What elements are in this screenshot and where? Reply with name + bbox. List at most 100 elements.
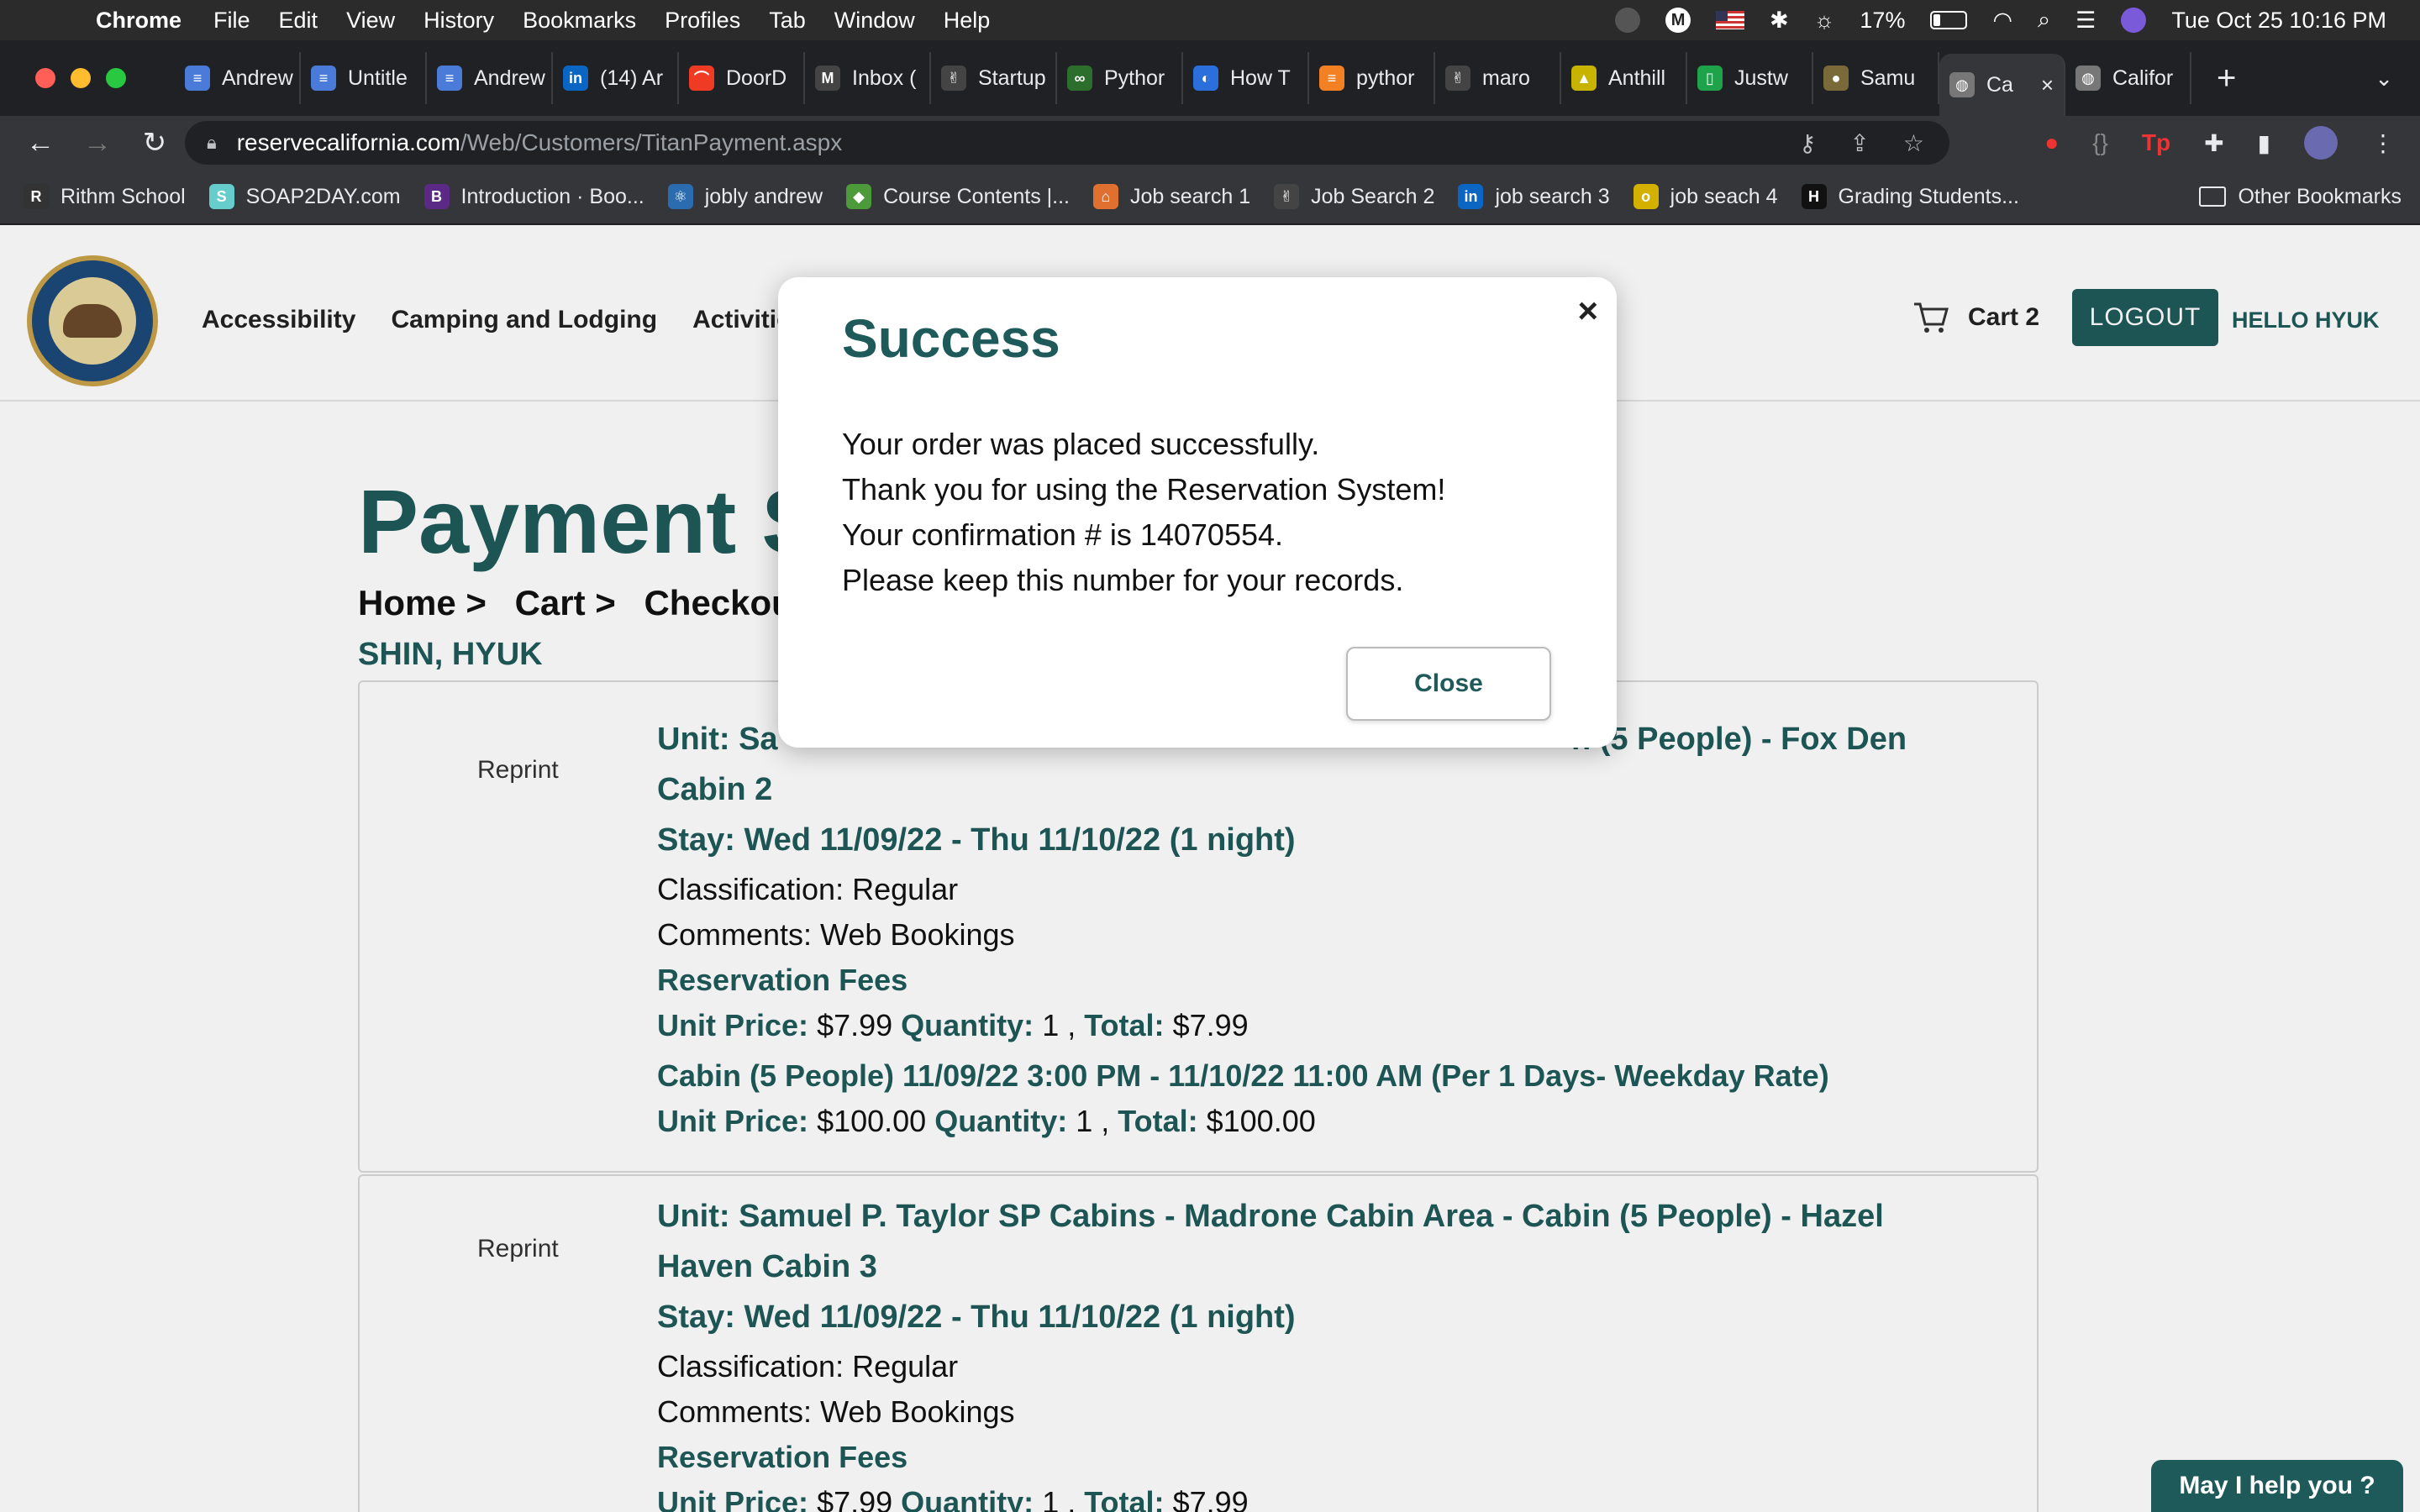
success-dialog: × Success Your order was placed successf… <box>778 277 1617 748</box>
bookmark-item[interactable]: ◆ Course Contents |... <box>846 184 1070 209</box>
bookmark-favicon-icon: H <box>1801 184 1827 209</box>
side-panel-icon[interactable]: ▮ <box>2258 129 2270 157</box>
tab-favicon-icon: ≡ <box>311 66 336 91</box>
tab-favicon-icon: ≡ <box>437 66 462 91</box>
profile-avatar[interactable] <box>2304 126 2338 160</box>
tab-label: Startup <box>978 66 1046 90</box>
browser-tab[interactable]: ▲ Anthill <box>1561 52 1687 104</box>
browser-tab[interactable]: ≡ Andrew <box>427 52 553 104</box>
browser-tab[interactable]: ● Samu <box>1813 52 1939 104</box>
browser-tab[interactable]: ✌ maro <box>1435 52 1561 104</box>
close-button[interactable]: Close <box>1346 647 1551 721</box>
bookmark-item[interactable]: o job seach 4 <box>1633 184 1778 209</box>
browser-tab[interactable]: ≡ Untitle <box>301 52 427 104</box>
other-bookmarks[interactable]: Other Bookmarks <box>2199 185 2402 209</box>
browser-tab[interactable]: ∞ Pythor <box>1057 52 1183 104</box>
bookmark-label: Job search 1 <box>1129 184 1251 208</box>
bookmark-item[interactable]: ⚛ jobly andrew <box>667 184 823 209</box>
extension-bracket-icon[interactable]: {} <box>2092 129 2108 156</box>
forward-arrow-icon[interactable]: → <box>81 127 114 160</box>
bookmark-favicon-icon: S <box>208 184 234 209</box>
browser-toolbar: ← → ↻ 🔒︎ reservecalifornia.com/Web/Custo… <box>0 116 2420 170</box>
close-icon[interactable]: × <box>1577 291 1598 331</box>
tab-label: How T <box>1230 66 1291 90</box>
menu-file[interactable]: File <box>213 8 250 34</box>
tp-extension-icon[interactable]: Tp <box>2142 129 2170 156</box>
new-tab-button[interactable]: + <box>2217 60 2236 97</box>
menubar-clock[interactable]: Tue Oct 25 10:16 PM <box>2171 8 2386 34</box>
battery-icon[interactable] <box>1930 11 1968 29</box>
address-bar-actions: ⚷ ⇪ ☆ <box>1799 129 1924 157</box>
menu-history[interactable]: History <box>424 8 494 34</box>
browser-tab[interactable]: ◐ How T <box>1183 52 1309 104</box>
close-tab-icon[interactable]: × <box>2041 72 2054 98</box>
menu-view[interactable]: View <box>346 8 395 34</box>
bookmark-favicon-icon: in <box>1458 184 1484 209</box>
menu-profiles[interactable]: Profiles <box>665 8 740 34</box>
bookmark-item[interactable]: ✌ Job Search 2 <box>1274 184 1434 209</box>
tab-label: DoorD <box>726 66 787 90</box>
lock-icon[interactable]: 🔒︎ <box>207 132 217 154</box>
tab-search-chevron-icon[interactable]: ⌄ <box>2375 66 2393 92</box>
input-source-flag-icon[interactable] <box>1716 11 1745 29</box>
record-icon[interactable] <box>1615 8 1641 33</box>
browser-tab[interactable]: ✌ Startup <box>931 52 1057 104</box>
bluetooth-icon[interactable]: ✱ <box>1770 8 1789 34</box>
control-center-icon[interactable]: ☰ <box>2075 8 2096 34</box>
bookmark-star-icon[interactable]: ☆ <box>1903 129 1924 157</box>
browser-tab[interactable]: ⌒ DoorD <box>679 52 805 104</box>
menu-bookmarks[interactable]: Bookmarks <box>523 8 636 34</box>
browser-tab[interactable]: ≡ pythor <box>1309 52 1435 104</box>
tab-label: pythor <box>1356 66 1415 90</box>
display-icon[interactable]: ☼ <box>1814 8 1835 34</box>
menu-edit[interactable]: Edit <box>279 8 318 34</box>
window-controls <box>35 68 141 88</box>
adblock-icon[interactable]: ● <box>2044 129 2059 156</box>
back-arrow-icon[interactable]: ← <box>24 127 57 160</box>
share-icon[interactable]: ⇪ <box>1849 129 1869 157</box>
bookmark-label: jobly andrew <box>704 184 823 208</box>
tab-favicon-icon: ◍ <box>2075 66 2101 91</box>
browser-tab[interactable]: ▯ Justw <box>1687 52 1813 104</box>
chat-help-button[interactable]: May I help you ? <box>2151 1460 2403 1512</box>
tab-label: Untitle <box>348 66 408 90</box>
browser-tab[interactable]: in (14) Ar <box>553 52 679 104</box>
menu-tab[interactable]: Tab <box>769 8 806 34</box>
bookmark-item[interactable]: B Introduction · Boo... <box>424 184 644 209</box>
browser-tab[interactable]: M Inbox ( <box>805 52 931 104</box>
bookmark-item[interactable]: ⌂ Job search 1 <box>1092 184 1251 209</box>
menu-app-name[interactable]: Chrome <box>96 8 182 34</box>
wifi-icon[interactable]: ◠ <box>1992 8 2012 34</box>
bookmark-item[interactable]: in job search 3 <box>1458 184 1610 209</box>
bookmark-item[interactable]: H Grading Students... <box>1801 184 2019 209</box>
spotlight-search-icon[interactable]: ⌕ <box>2038 7 2050 34</box>
dialog-title: Success <box>842 308 1060 369</box>
bookmark-favicon-icon: R <box>24 184 49 209</box>
key-icon[interactable]: ⚷ <box>1799 129 1817 157</box>
kebab-menu-icon[interactable]: ⋮ <box>2371 129 2395 157</box>
browser-tab[interactable]: ◍ Califor <box>2065 52 2191 104</box>
address-bar[interactable]: 🔒︎ reservecalifornia.com/Web/Customers/T… <box>185 121 1949 165</box>
macos-menubar: Chrome File Edit View History Bookmarks … <box>0 0 2420 40</box>
minimize-window-button[interactable] <box>71 68 91 88</box>
tab-label: Justw <box>1734 66 1788 90</box>
browser-tab[interactable]: ◍ Ca × <box>1939 54 2065 116</box>
bookmark-item[interactable]: R Rithm School <box>24 184 186 209</box>
menu-help[interactable]: Help <box>944 8 991 34</box>
tab-label: Pythor <box>1104 66 1165 90</box>
confirmation-line: Your confirmation # is 14070554. <box>842 517 1284 552</box>
close-window-button[interactable] <box>35 68 55 88</box>
tab-favicon-icon: ⌒ <box>689 66 714 91</box>
menu-window[interactable]: Window <box>834 8 915 34</box>
puzzle-extensions-icon[interactable]: ✚ <box>2204 129 2223 157</box>
zoom-window-button[interactable] <box>106 68 126 88</box>
m-app-icon[interactable]: M <box>1665 8 1691 33</box>
browser-tab[interactable]: ≡ Andrew <box>175 52 301 104</box>
reload-icon[interactable]: ↻ <box>138 126 171 160</box>
browser-tab-strip: ≡ Andrew ≡ Untitle ≡ Andrew in (14) Ar ⌒ DoorD M In… <box>0 40 2420 116</box>
tab-favicon-icon: in <box>563 66 588 91</box>
siri-icon[interactable] <box>2121 8 2147 33</box>
tab-favicon-icon: ◐ <box>1193 66 1218 91</box>
bookmark-item[interactable]: S SOAP2DAY.com <box>208 184 401 209</box>
bookmark-favicon-icon: ⌂ <box>1092 184 1118 209</box>
